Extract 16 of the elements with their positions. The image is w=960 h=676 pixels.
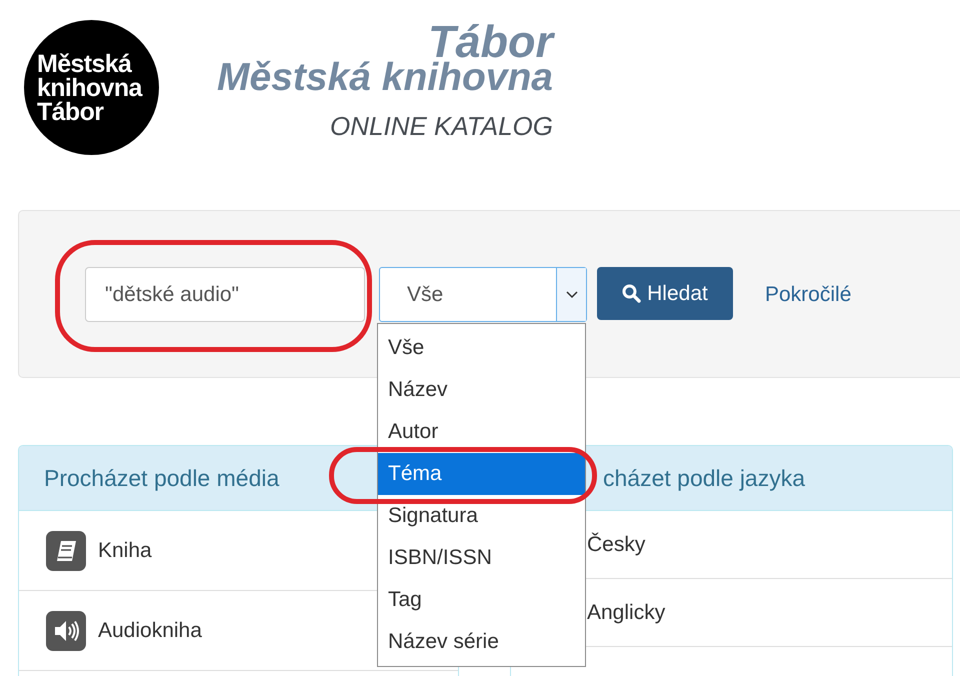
- site-subtitle: Městská knihovna: [217, 59, 553, 97]
- dropdown-option[interactable]: Téma: [378, 453, 585, 495]
- media-link[interactable]: Kniha: [46, 530, 152, 570]
- search-field[interactable]: "dětské audio": [85, 267, 365, 322]
- media-link[interactable]: Audiokniha: [46, 610, 202, 650]
- search-button[interactable]: Hledat: [597, 267, 733, 320]
- logo-text: Městská knihovna Tábor: [37, 52, 142, 124]
- language-link[interactable]: Anglicky: [587, 596, 666, 628]
- chevron-down-icon: [556, 268, 586, 321]
- site-tagline: ONLINE KATALOG: [330, 111, 553, 141]
- search-type-select[interactable]: Vše: [379, 267, 587, 322]
- advanced-search-link[interactable]: Pokročilé: [765, 267, 852, 322]
- book-icon: [46, 530, 86, 570]
- language-link[interactable]: Česky: [587, 528, 646, 560]
- speaker-icon: [46, 610, 86, 650]
- search-icon: [622, 284, 642, 303]
